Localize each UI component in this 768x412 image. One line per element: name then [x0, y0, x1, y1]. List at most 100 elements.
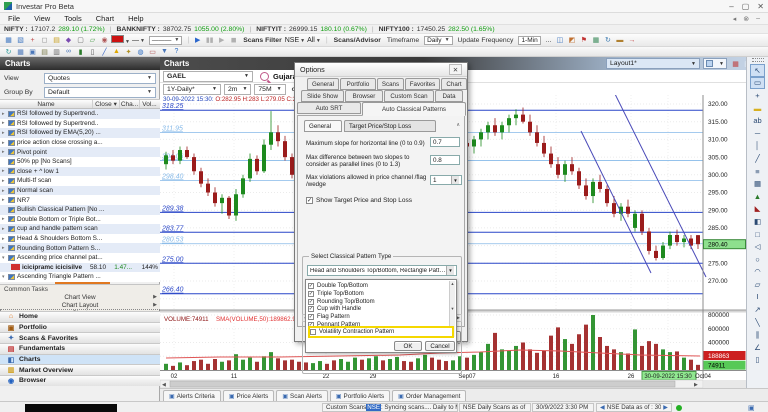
bullish-pattern-tool-icon[interactable]: ▲ [750, 190, 765, 203]
column-close[interactable]: Close ▾ [93, 100, 120, 108]
scan-row[interactable]: ▸Pivot point [0, 147, 160, 157]
exchange-combobox[interactable]: NSE▼ [285, 37, 307, 44]
scan-row[interactable]: ▸price action close crossing a... [0, 138, 160, 148]
menu-file[interactable]: File [8, 14, 20, 23]
tab-scroll-icon[interactable]: ∧ [456, 122, 460, 128]
eraser-tool-icon[interactable]: ▯ [750, 354, 765, 367]
zoom-tools-icon[interactable]: ◻ [39, 35, 50, 45]
more-button[interactable]: ... [546, 37, 552, 44]
scan-row[interactable]: ▸Double Bottom or Triple Bot... [0, 215, 160, 225]
sidebar-item-market-overview[interactable]: ▥Market Overview [0, 364, 160, 375]
sidebar-item-home[interactable]: ⌂Home [0, 311, 160, 322]
range-combobox[interactable]: 2m▼ [224, 84, 251, 95]
sync-icon[interactable]: ↻ [602, 35, 613, 45]
drawing-tools-icon[interactable]: + [27, 35, 38, 45]
pattern-option-double-top-bottom[interactable]: ✓Double Top/Bottom [308, 282, 448, 290]
tab-alerts-criteria[interactable]: ▣Alerts Criteria [163, 390, 221, 401]
dialog-tab-portfolio[interactable]: Portfolio [340, 78, 376, 90]
grid-toggle-icon[interactable]: ▢ [75, 35, 86, 45]
measure-tool-icon[interactable]: ∥ [750, 328, 765, 341]
pattern-scan-tool-icon[interactable]: ▦ [750, 177, 765, 190]
dialog-close-button[interactable]: ✕ [449, 64, 462, 75]
fibonacci-tool-icon[interactable]: ≡ [750, 165, 765, 178]
arc-tool-icon[interactable]: ◠ [750, 266, 765, 279]
color-swatch-picker[interactable]: ▼ [111, 35, 132, 45]
maximize-button[interactable]: ▢ [742, 2, 750, 11]
dialog-tab-chart[interactable]: Chart [441, 78, 467, 90]
refresh-icon[interactable]: ↻ [3, 47, 14, 56]
text-tool-icon[interactable]: ab [750, 114, 765, 127]
pattern-option-volatility-contraction-pattern[interactable]: Volatility Contraction Pattern [308, 326, 454, 338]
view-combobox[interactable]: Quotes▼ [44, 73, 156, 84]
dialog-tab-browser[interactable]: Browser [345, 90, 383, 102]
line-style-combobox[interactable]: ———▼ [149, 36, 182, 45]
link-charts-icon[interactable]: ∞ [63, 47, 74, 56]
bar-view-icon[interactable]: ▯ [87, 47, 98, 56]
dialog-tab-auto-srt[interactable]: Auto SRT [297, 102, 361, 114]
symbol-combobox[interactable]: GAEL▼ [163, 71, 253, 82]
max-violations-select[interactable]: 1▼ [430, 175, 462, 185]
sidebar-item-browser[interactable]: ◉Browser [0, 375, 160, 386]
indicator-picker-icon[interactable]: ▤ [51, 35, 62, 45]
parallelogram-tool-icon[interactable]: ▱ [750, 278, 765, 291]
grid-layout-icon[interactable]: ▦ [730, 59, 741, 69]
timeframe-combobox[interactable]: 1Y-Daily*▼ [163, 84, 221, 95]
menu-view[interactable]: View [34, 14, 50, 23]
search-icon[interactable] [260, 72, 269, 81]
dialog-title-bar[interactable]: Options ✕ [295, 63, 467, 77]
hline-tool-icon[interactable]: ─ [750, 127, 765, 140]
text-cursor-tool-icon[interactable]: I [750, 291, 765, 304]
bearish-pattern-tool-icon[interactable]: ◣ [750, 203, 765, 216]
angle-tool-icon[interactable]: ∠ [750, 341, 765, 354]
toolbar-grip[interactable] [752, 58, 764, 62]
next-icon[interactable]: ▶ [663, 404, 668, 411]
update-frequency-combobox[interactable]: 1-Min [518, 36, 540, 45]
scan-row[interactable]: ▸Normal scan [0, 186, 160, 196]
scroll-left-icon[interactable]: ◀ [162, 382, 166, 388]
crosshair-tool-icon[interactable]: + [750, 89, 765, 102]
key-icon[interactable]: ✦ [123, 47, 134, 56]
dropdown-ok-button[interactable]: OK [394, 341, 422, 351]
mail-icon[interactable]: ▭ [147, 47, 158, 56]
scroll-right-icon[interactable]: ▶ [457, 315, 460, 321]
tab-portfolio-alerts[interactable]: ▣Portfolio Alerts [330, 390, 390, 401]
subtab-general[interactable]: General [304, 120, 342, 132]
dialog-tab-data[interactable]: Data [435, 90, 463, 102]
chart-gallery-icon[interactable]: ▦ [3, 35, 14, 45]
max-slope-input[interactable]: 0.7 [430, 137, 460, 147]
scan-row[interactable]: ▸close + ^ low 1 [0, 167, 160, 177]
dropdown-cancel-button[interactable]: Cancel [425, 341, 455, 351]
scan-row[interactable]: 50% pp [No Scans] [0, 157, 160, 167]
column-name[interactable]: Name [0, 100, 93, 108]
pattern-option-cup-with-handle[interactable]: ✓Cup with Handle [308, 305, 448, 313]
help-icon[interactable]: ? [171, 47, 182, 56]
bars-combobox[interactable]: 75M▼ [254, 84, 285, 95]
table-view-icon[interactable]: ▦ [15, 47, 26, 56]
datafeed-icon[interactable]: ▣ [748, 404, 755, 412]
notes-icon[interactable]: ▱ [87, 35, 98, 45]
triangle-tool-icon[interactable]: ◁ [750, 240, 765, 253]
accounts-icon[interactable]: ◫ [554, 35, 565, 45]
stop-icon[interactable]: ◼ [228, 35, 239, 45]
mdi-minimize-icon[interactable]: – [756, 15, 760, 23]
sidebar-item-portfolio[interactable]: ▣Portfolio [0, 322, 160, 333]
menu-tools[interactable]: Tools [64, 14, 82, 23]
save-layout-icon[interactable]: ▣ [27, 47, 38, 56]
scan-row[interactable]: ▸RSI followed by Supertrend.. [0, 119, 160, 129]
wallet-icon[interactable]: ▬ [614, 35, 625, 45]
pause-icon[interactable]: ▮▮ [204, 35, 215, 45]
sidebar-item-scans-favorites[interactable]: ✦Scans & Favorites [0, 332, 160, 343]
channel-tool-icon[interactable]: ◧ [750, 215, 765, 228]
column-volume[interactable]: Vol... [140, 100, 159, 108]
scan-row[interactable]: ▸RSI followed by EMA(5,20) ... [0, 128, 160, 138]
play-icon[interactable]: ▶ [192, 35, 203, 45]
tab-order-management[interactable]: ▣Order Management [392, 390, 466, 401]
line-view-icon[interactable]: ╱ [99, 47, 110, 56]
user-add-icon[interactable]: ◩ [566, 35, 577, 45]
menu-chart[interactable]: Chart [96, 14, 114, 23]
note-tool-icon[interactable]: ▬ [750, 102, 765, 115]
scan-row[interactable]: ▾Ascending Triangle Pattern ... [0, 272, 160, 282]
menu-help[interactable]: Help [128, 14, 143, 23]
groupby-combobox[interactable]: Default▼ [44, 87, 156, 98]
mdi-close-icon[interactable]: ⊗ [743, 15, 749, 23]
